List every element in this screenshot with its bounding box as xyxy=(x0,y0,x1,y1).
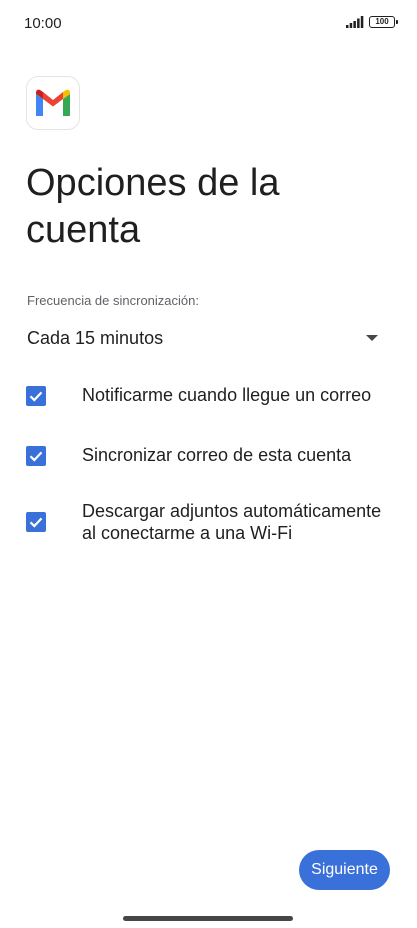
dropdown-arrow-icon xyxy=(366,335,378,341)
battery-icon: 100 xyxy=(369,16,398,28)
checkmark-icon xyxy=(29,517,43,528)
status-time: 10:00 xyxy=(24,15,62,32)
sync-frequency-value: Cada 15 minutos xyxy=(27,327,164,348)
sync-frequency-dropdown[interactable]: Cada 15 minutos xyxy=(27,318,383,358)
next-button[interactable]: Siguiente xyxy=(299,850,390,890)
option-label: Descargar adjuntos automáticamente al co… xyxy=(82,501,382,543)
home-indicator[interactable] xyxy=(123,916,293,921)
sync-frequency-label: Frecuencia de sincronización: xyxy=(27,293,199,308)
checkbox-sync-account-mail[interactable] xyxy=(26,446,46,466)
status-bar: 10:00 100 xyxy=(0,0,417,48)
signal-icon xyxy=(346,16,364,28)
option-download-attachments-wifi[interactable]: Descargar adjuntos automáticamente al co… xyxy=(26,500,391,544)
checkbox-download-attachments-wifi[interactable] xyxy=(26,512,46,532)
option-sync-account-mail[interactable]: Sincronizar correo de esta cuenta xyxy=(26,444,391,466)
status-icons: 100 xyxy=(346,16,398,28)
checkmark-icon xyxy=(29,451,43,462)
option-label: Sincronizar correo de esta cuenta xyxy=(82,445,352,465)
checkbox-notify-new-mail[interactable] xyxy=(26,386,46,406)
gmail-logo-graphic xyxy=(36,89,70,116)
option-label: Notificarme cuando llegue un correo xyxy=(82,385,372,405)
battery-level: 100 xyxy=(375,17,389,26)
checkmark-icon xyxy=(29,391,43,402)
gmail-logo-icon xyxy=(26,76,80,130)
option-notify-new-mail[interactable]: Notificarme cuando llegue un correo xyxy=(26,384,391,406)
page-title: Opciones de la cuenta xyxy=(26,162,280,251)
